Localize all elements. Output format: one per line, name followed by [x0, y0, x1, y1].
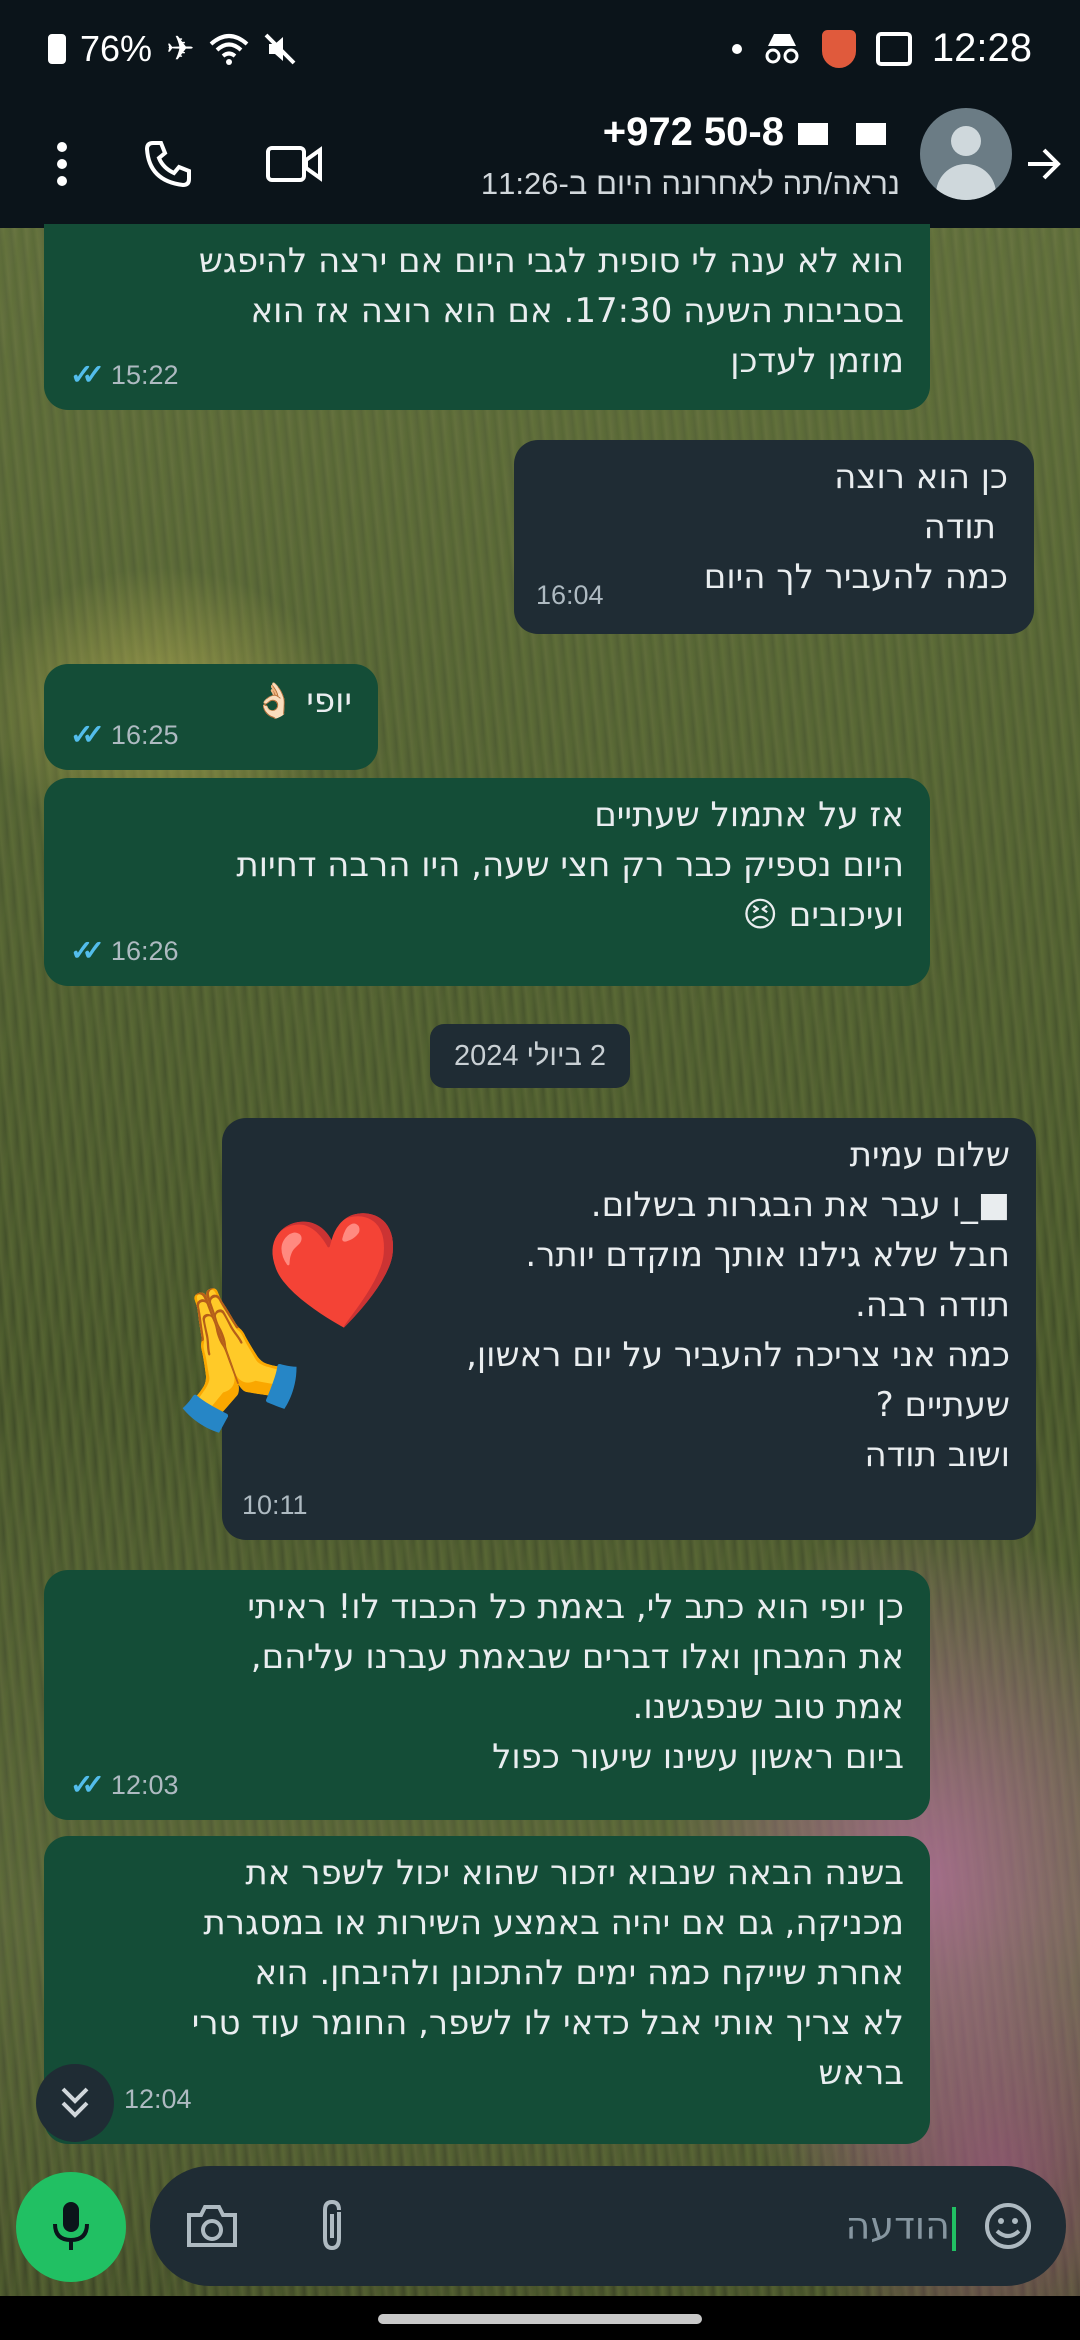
read-receipt-icon: ✓✓ — [70, 359, 105, 390]
message-text: כן יופי הוא כתב לי, באמת כל הכבוד לו! רא… — [247, 1587, 904, 1627]
mute-icon — [264, 33, 295, 65]
message-text: כמה אני צריכה להעביר על יום ראשון, — [466, 1335, 1010, 1375]
video-camera-icon — [266, 146, 322, 182]
gallery-icon — [875, 31, 912, 66]
message-text: בסביבות השעה 17:30. אם הוא רוצה אז הוא — [250, 291, 904, 331]
read-receipt-icon: ✓✓ — [70, 1769, 105, 1800]
arrow-right-icon — [1028, 148, 1061, 180]
status-bar: 76% ✈ 12:28 — [0, 0, 1080, 100]
message-time: 12:03 — [110, 1770, 179, 1800]
wifi-icon — [209, 34, 248, 65]
message-text: שלום עמית — [849, 1135, 1010, 1175]
message-meta: ✓✓ 16:26 — [70, 926, 179, 976]
avatar[interactable] — [920, 108, 1012, 200]
voice-call-button[interactable] — [126, 122, 210, 206]
microphone-icon — [53, 2202, 89, 2250]
message-text: אחרת שייקח כמה ימים להתכונן ולהיבחן. הוא — [254, 1953, 904, 1993]
incognito-icon — [765, 33, 799, 63]
message-composer: הודעה — [150, 2166, 1066, 2286]
message-bubble[interactable]: בשנה הבאה שנבוא יזכור שהוא יכול לשפר את … — [44, 1836, 930, 2144]
message-bubble[interactable]: כן הוא רוצה תודה כמה להעביר לך היום 16:0… — [514, 440, 1034, 634]
read-receipt-icon: ✓✓ — [70, 935, 105, 966]
message-bubble[interactable]: אז על אתמול שעתיים היום נספיק כבר רק חצי… — [44, 778, 930, 986]
message-meta: 16:04 — [536, 570, 604, 620]
message-time: 16:04 — [536, 580, 604, 610]
double-chevron-down-icon — [61, 2087, 89, 2118]
emoji-button[interactable] — [976, 2194, 1040, 2258]
paperclip-icon — [323, 2199, 341, 2251]
attach-button[interactable] — [300, 2192, 364, 2260]
message-meta: ✓✓ 12:03 — [70, 1760, 179, 1810]
status-left: 76% ✈ — [48, 28, 297, 70]
status-right: 12:28 — [731, 26, 1032, 71]
contact-name[interactable]: +972 50-8 — [603, 110, 900, 155]
message-text: בראש — [818, 2053, 904, 2093]
message-time: 16:25 — [110, 720, 179, 750]
clock: 12:28 — [931, 26, 1032, 70]
message-time: 10:11 — [242, 1490, 308, 1520]
message-text: בשנה הבאה שנבוא יזכור שהוא יכול לשפר את — [245, 1853, 904, 1893]
camera-button[interactable] — [180, 2194, 244, 2258]
message-text: ביום ראשון עשינו שיעור כפול — [492, 1737, 904, 1777]
chat-header: +972 50-8 נראה/תה לאחרונה היום ב-11:26 — [0, 100, 1080, 228]
read-receipt-icon: ✓✓ — [70, 719, 105, 750]
message-text: את המבחן ואלו דברים שבאמת עברנו עליהם, — [250, 1637, 904, 1677]
message-text: תודה — [923, 507, 996, 547]
battery-icon — [48, 34, 66, 64]
notification-dot-icon — [731, 43, 742, 54]
message-time: 15:22 — [110, 360, 179, 390]
message-text: מוזמן לעדכן — [730, 341, 904, 381]
message-meta: 12:04 — [124, 2074, 192, 2124]
navigation-bar — [0, 2296, 1080, 2340]
message-bubble[interactable]: כן יופי הוא כתב לי, באמת כל הכבוד לו! רא… — [44, 1570, 930, 1820]
phone-icon — [144, 141, 191, 188]
video-call-button[interactable] — [252, 122, 336, 206]
text-caret — [952, 2206, 956, 2251]
back-button[interactable] — [1014, 122, 1074, 206]
message-text: הוא לא ענה לי סופית לגבי היום אם ירצה לה… — [198, 241, 904, 281]
message-text: אמת טוב שנפגשנו. — [632, 1687, 904, 1727]
shield-icon — [821, 29, 856, 68]
date-separator: 2 ביולי 2024 — [430, 1024, 630, 1088]
message-text: היום נספיק כבר רק חצי שעה, היו הרבה דחיו… — [236, 845, 904, 885]
message-input-placeholder: הודעה — [845, 2204, 950, 2248]
message-meta: 10:11 — [242, 1480, 308, 1530]
message-text: כן הוא רוצה — [834, 457, 1008, 497]
message-time: 16:26 — [110, 936, 179, 966]
redacted-block — [798, 123, 828, 146]
camera-icon — [187, 2205, 237, 2247]
message-text: ושוב תודה — [864, 1435, 1010, 1475]
smiley-icon — [985, 2203, 1031, 2249]
kebab-menu-icon — [57, 142, 67, 186]
redacted-block — [856, 123, 886, 146]
battery-percent: 76% — [80, 28, 153, 69]
message-meta: ✓✓ 16:25 — [70, 710, 179, 760]
message-time: 12:04 — [124, 2084, 192, 2114]
message-bubble[interactable]: יופי 👌🏻 ✓✓ 16:25 — [44, 664, 378, 770]
message-text: שעתיים ? — [875, 1385, 1010, 1425]
voice-message-button[interactable] — [16, 2172, 126, 2282]
message-input[interactable]: הודעה — [456, 2188, 956, 2264]
last-seen-status: נראה/תה לאחרונה היום ב-11:26 — [480, 166, 900, 201]
message-text: ועיכובים 😣 — [742, 895, 904, 935]
message-meta: ✓✓ 15:22 — [70, 350, 179, 400]
message-bubble[interactable]: הוא לא ענה לי סופית לגבי היום אם ירצה לה… — [44, 224, 930, 410]
message-text: לא צריך אותי אבל כדאי לו לשפר, החומר עוד… — [191, 2003, 904, 2043]
message-text: אז על אתמול שעתיים — [594, 795, 904, 835]
more-options-button[interactable] — [20, 122, 104, 206]
message-text: מכניקה, גם אם יהיה באמצע השירות או במסגר… — [203, 1903, 904, 1943]
home-indicator[interactable] — [378, 2314, 702, 2324]
scroll-to-bottom-button[interactable] — [36, 2064, 114, 2142]
message-text: כמה להעביר לך היום — [703, 557, 1008, 597]
airplane-icon: ✈ — [166, 30, 195, 68]
